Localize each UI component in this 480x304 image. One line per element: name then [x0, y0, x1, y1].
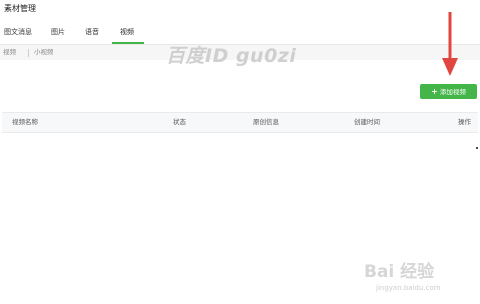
- subnav-item-video[interactable]: 视频: [3, 48, 16, 57]
- tab-video[interactable]: 视频: [120, 28, 134, 37]
- active-tab-indicator: [112, 42, 144, 44]
- column-header-original-info: 原创信息: [253, 118, 279, 126]
- material-tabs: 图文消息 图片 语音 视频: [0, 26, 480, 45]
- video-table-header: 视频名称 状态 原创信息 创建时间 操作: [2, 112, 478, 133]
- tab-images[interactable]: 图片: [51, 28, 65, 37]
- add-video-label: 添加视频: [439, 88, 466, 96]
- column-header-status: 状态: [173, 118, 186, 126]
- id-watermark: 百度ID gu0zi: [166, 45, 297, 67]
- plus-icon: +: [431, 87, 438, 96]
- column-header-video-name: 视频名称: [12, 118, 38, 126]
- arrow-down-icon: [442, 12, 458, 76]
- column-header-created-time: 创建时间: [354, 118, 380, 126]
- subnav-divider: [28, 49, 29, 57]
- tab-voice[interactable]: 语音: [85, 28, 99, 37]
- page-title: 素材管理: [4, 4, 36, 13]
- brand-watermark-url: jingyan.baidu.com: [376, 284, 441, 292]
- subnav-item-short-video[interactable]: 小视频: [34, 48, 54, 57]
- tab-news[interactable]: 图文消息: [4, 28, 32, 37]
- cursor-dot: [476, 147, 478, 149]
- brand-watermark: Bai 经验 jingyan.baidu.com: [364, 262, 474, 300]
- brand-watermark-logo: Bai 经验: [364, 262, 435, 282]
- column-header-actions: 操作: [458, 118, 471, 126]
- add-video-button[interactable]: + 添加视频: [420, 84, 477, 99]
